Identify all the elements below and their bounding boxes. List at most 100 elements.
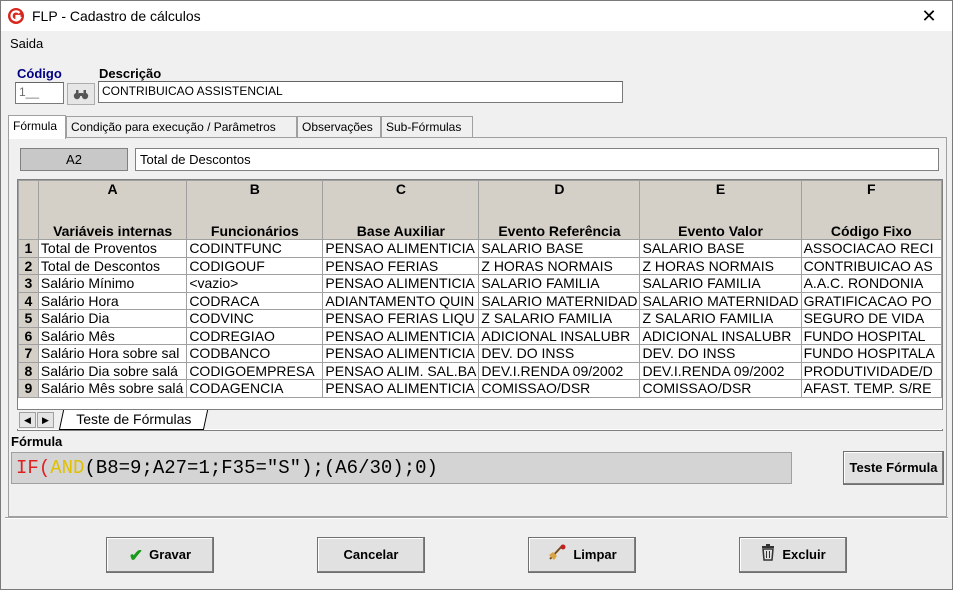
table-cell[interactable]: DEV.I.RENDA 09/2002 xyxy=(639,361,802,380)
sheet-tab-label: Teste de Fórmulas xyxy=(76,411,192,427)
cell-content-field[interactable]: Total de Descontos xyxy=(135,148,939,171)
row-header[interactable]: 6 xyxy=(18,326,39,345)
table-cell[interactable]: CODBANCO xyxy=(186,344,324,363)
table-cell[interactable]: ADICIONAL INSALUBR xyxy=(639,326,802,345)
sheet-tab-teste[interactable]: Teste de Fórmulas xyxy=(58,410,209,430)
table-cell[interactable]: PENSAO FERIAS LIQU xyxy=(322,309,480,328)
table-cell[interactable]: Salário Mês sobre salá xyxy=(37,379,188,398)
column-header-c[interactable]: C Base Auxiliar xyxy=(322,180,480,240)
table-cell[interactable]: Salário Mínimo xyxy=(37,274,188,293)
table-cell[interactable]: COMISSAO/DSR xyxy=(639,379,802,398)
table-cell[interactable]: SALARIO FAMILIA xyxy=(478,274,641,293)
table-cell[interactable]: PENSAO ALIMENTICIA xyxy=(322,344,480,363)
table-cell[interactable]: Salário Hora xyxy=(37,291,188,310)
cancel-button[interactable]: Cancelar xyxy=(317,537,425,573)
table-cell[interactable]: SALARIO BASE xyxy=(478,239,641,258)
spreadsheet-grid[interactable]: A Variáveis internas B Funcionários C Base … xyxy=(17,179,943,431)
table-cell[interactable]: Z HORAS NORMAIS xyxy=(639,256,802,275)
table-cell[interactable]: CODINTFUNC xyxy=(186,239,324,258)
table-cell[interactable]: SEGURO DE VIDA xyxy=(800,309,942,328)
lookup-button[interactable] xyxy=(67,83,95,105)
descricao-label: Descrição xyxy=(99,66,162,81)
table-cell[interactable]: Z SALARIO FAMILIA xyxy=(478,309,641,328)
table-cell[interactable]: PENSAO ALIMENTICIA xyxy=(322,239,480,258)
table-cell[interactable]: DEV. DO INSS xyxy=(639,344,802,363)
table-cell[interactable]: Salário Dia sobre salá xyxy=(37,361,188,380)
table-cell[interactable]: AFAST. TEMP. S/RE xyxy=(800,379,942,398)
table-cell[interactable]: Z SALARIO FAMILIA xyxy=(639,309,802,328)
table-cell[interactable]: PENSAO ALIM. SAL.BA xyxy=(322,361,480,380)
codigo-field[interactable]: 1__ xyxy=(15,82,64,104)
table-cell[interactable]: Total de Proventos xyxy=(37,239,188,258)
table-cell[interactable]: FUNDO HOSPITAL xyxy=(800,326,942,345)
formula-input[interactable]: IF(AND(B8=9;A27=1;F35="S");(A6/30);0) xyxy=(11,452,792,484)
tab-observacoes-label: Observações xyxy=(302,120,373,134)
column-name: Evento Referência xyxy=(498,223,621,239)
tab-formula[interactable]: Fórmula xyxy=(8,115,66,139)
table-cell[interactable]: ADICIONAL INSALUBR xyxy=(478,326,641,345)
table-cell[interactable]: CODIGOUF xyxy=(186,256,324,275)
row-header[interactable]: 8 xyxy=(18,361,39,380)
table-cell[interactable]: PRODUTIVIDADE/D xyxy=(800,361,942,380)
table-row: 5 Salário Dia CODVINC PENSAO FERIAS LIQU Z S… xyxy=(18,309,942,328)
close-button[interactable]: ✕ xyxy=(906,1,952,31)
table-cell[interactable]: PENSAO FERIAS xyxy=(322,256,480,275)
test-formula-label: Teste Fórmula xyxy=(849,460,938,475)
delete-button[interactable]: Excluir xyxy=(739,537,847,573)
column-header-d[interactable]: D Evento Referência xyxy=(478,180,641,240)
table-cell[interactable]: A.A.C. RONDONIA xyxy=(800,274,942,293)
table-cell[interactable]: <vazio> xyxy=(186,274,324,293)
clear-label: Limpar xyxy=(573,547,617,562)
row-header[interactable]: 4 xyxy=(18,291,39,310)
table-cell[interactable]: Z HORAS NORMAIS xyxy=(478,256,641,275)
table-cell[interactable]: PENSAO ALIMENTICIA xyxy=(322,379,480,398)
column-header-e[interactable]: E Evento Valor xyxy=(639,180,802,240)
table-cell[interactable]: SALARIO MATERNIDAD xyxy=(639,291,802,310)
row-header[interactable]: 2 xyxy=(18,256,39,275)
row-header[interactable]: 7 xyxy=(18,344,39,363)
window-title: FLP - Cadastro de cálculos xyxy=(32,8,201,24)
row-header[interactable]: 3 xyxy=(18,274,39,293)
table-cell[interactable]: CODRACA xyxy=(186,291,324,310)
column-header-f[interactable]: F Código Fixo xyxy=(800,180,942,240)
table-cell[interactable]: ADIANTAMENTO QUIN xyxy=(322,291,480,310)
descricao-field[interactable]: CONTRIBUICAO ASSISTENCIAL xyxy=(98,81,623,103)
table-cell[interactable]: COMISSAO/DSR xyxy=(478,379,641,398)
table-cell[interactable]: SALARIO MATERNIDAD xyxy=(478,291,641,310)
table-cell[interactable]: GRATIFICACAO PO xyxy=(800,291,942,310)
column-header-a[interactable]: A Variáveis internas xyxy=(37,180,188,240)
table-cell[interactable]: CODIGOEMPRESA xyxy=(186,361,324,380)
window: FLP - Cadastro de cálculos ✕ Saida Códig… xyxy=(0,0,953,590)
table-cell[interactable]: Salário Dia xyxy=(37,309,188,328)
menu-exit[interactable]: Saida xyxy=(10,36,43,51)
table-cell[interactable]: PENSAO ALIMENTICIA xyxy=(322,326,480,345)
table-cell[interactable]: SALARIO BASE xyxy=(639,239,802,258)
table-cell[interactable]: Salário Hora sobre sal xyxy=(37,344,188,363)
table-cell[interactable]: Total de Descontos xyxy=(37,256,188,275)
cancel-label: Cancelar xyxy=(343,547,399,562)
save-button[interactable]: ✔ Gravar xyxy=(106,537,214,573)
sheet-next-button[interactable]: ▶ xyxy=(37,412,54,428)
tab-observacoes[interactable]: Observações xyxy=(297,116,381,138)
tab-condicao[interactable]: Condição para execução / Parâmetros xyxy=(66,116,297,138)
row-header[interactable]: 9 xyxy=(18,379,39,398)
table-cell[interactable]: CODVINC xyxy=(186,309,324,328)
table-cell[interactable]: CODAGENCIA xyxy=(186,379,324,398)
table-cell[interactable]: CONTRIBUICAO AS xyxy=(800,256,942,275)
tab-sub-formulas[interactable]: Sub-Fórmulas xyxy=(381,116,473,138)
table-cell[interactable]: ASSOCIACAO RECI xyxy=(800,239,942,258)
table-cell[interactable]: DEV. DO INSS xyxy=(478,344,641,363)
table-cell[interactable]: Salário Mês xyxy=(37,326,188,345)
column-name: Variáveis internas xyxy=(53,223,173,239)
table-cell[interactable]: FUNDO HOSPITALA xyxy=(800,344,942,363)
test-formula-button[interactable]: Teste Fórmula xyxy=(843,451,944,485)
table-cell[interactable]: SALARIO FAMILIA xyxy=(639,274,802,293)
column-header-b[interactable]: B Funcionários xyxy=(186,180,324,240)
table-cell[interactable]: CODREGIAO xyxy=(186,326,324,345)
clear-button[interactable]: Limpar xyxy=(528,537,636,573)
row-header[interactable]: 1 xyxy=(18,239,39,258)
sheet-prev-button[interactable]: ◀ xyxy=(19,412,36,428)
row-header[interactable]: 5 xyxy=(18,309,39,328)
table-cell[interactable]: PENSAO ALIMENTICIA xyxy=(322,274,480,293)
table-cell[interactable]: DEV.I.RENDA 09/2002 xyxy=(478,361,641,380)
